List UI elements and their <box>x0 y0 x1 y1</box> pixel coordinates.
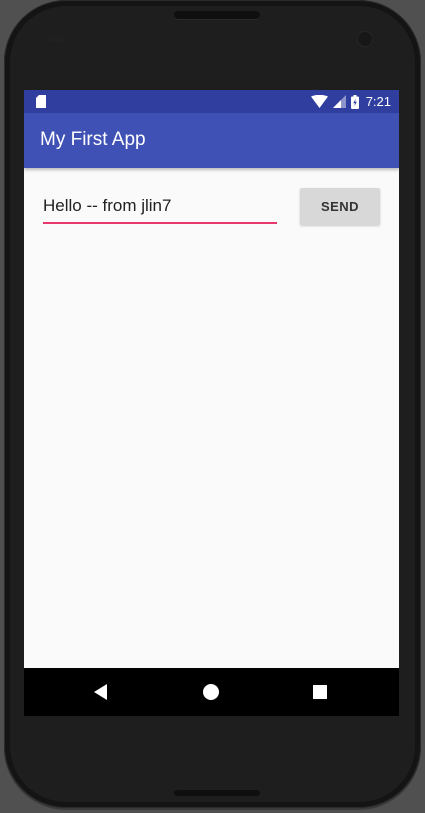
app-bar: My First App <box>24 113 399 168</box>
home-icon[interactable] <box>203 684 219 700</box>
earpiece-speaker <box>174 11 260 19</box>
device-screen: 7:21 My First App Hello -- from jlin7 SE… <box>24 90 399 716</box>
battery-icon <box>350 94 359 109</box>
status-bar: 7:21 <box>24 90 399 113</box>
proximity-sensor <box>48 36 66 42</box>
signal-icon <box>332 95 346 108</box>
sd-card-icon <box>36 95 46 108</box>
bottom-speaker <box>174 790 260 796</box>
navigation-bar <box>24 668 399 716</box>
status-time: 7:21 <box>365 94 391 109</box>
status-icons: 7:21 <box>310 90 391 113</box>
message-input-text: Hello -- from jlin7 <box>43 196 172 215</box>
main-content: Hello -- from jlin7 SEND <box>24 168 399 668</box>
message-input[interactable]: Hello -- from jlin7 <box>43 192 277 224</box>
send-button[interactable]: SEND <box>300 188 380 225</box>
app-title: My First App <box>40 129 146 150</box>
recents-icon[interactable] <box>313 685 327 699</box>
front-camera <box>358 32 372 46</box>
back-icon[interactable] <box>94 684 107 700</box>
wifi-icon <box>310 95 328 108</box>
